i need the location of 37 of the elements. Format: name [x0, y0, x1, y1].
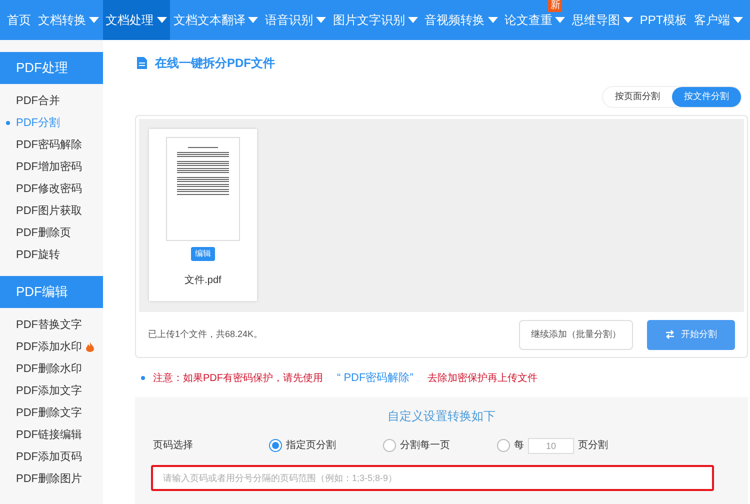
mode-tab[interactable]: 按页面分割: [603, 87, 672, 107]
sidebar-item[interactable]: PDF修改密码: [0, 178, 103, 200]
sidebar-item[interactable]: PDF增加密码: [0, 156, 103, 178]
sidebar-item[interactable]: PDF图片获取: [0, 200, 103, 222]
sidebar-item[interactable]: PDF添加页码: [0, 446, 103, 468]
radio-button[interactable]: [497, 439, 510, 452]
radio-label: 分割每一页: [400, 438, 450, 453]
page-title: 在线一键拆分PDF文件: [155, 55, 275, 72]
radio-label: 页分割: [578, 438, 608, 453]
swap-icon: [665, 330, 675, 339]
radio-button[interactable]: [383, 439, 396, 452]
document-icon: [137, 57, 147, 69]
sidebar-section-header: PDF处理: [0, 52, 103, 84]
sidebar-item[interactable]: PDF删除页: [0, 222, 103, 244]
sidebar-item[interactable]: PDF删除图片: [0, 468, 103, 490]
radio-label: 每: [514, 439, 524, 453]
sidebar-item[interactable]: PDF删除水印: [0, 358, 103, 380]
sidebar-item[interactable]: PDF删除文字: [0, 402, 103, 424]
page-range-input[interactable]: 请输入页码或者用分号分隔的页码范围（例如：1;3-5;8-9）: [151, 464, 714, 490]
page-selection-label: 页码选择: [153, 438, 194, 453]
add-more-button[interactable]: 继续添加（批量分割）: [519, 320, 633, 350]
settings-heading: 自定义设置转换如下: [386, 408, 496, 424]
radio-button[interactable]: [269, 439, 282, 452]
sidebar-item[interactable]: PDF添加水印: [0, 336, 103, 358]
radio-label: 指定页分割: [286, 438, 336, 453]
file-name: 文件.pdf: [184, 274, 222, 288]
sidebar-item[interactable]: PDF链接编辑: [0, 424, 103, 446]
upload-status: 已上传1个文件，共68.24K。: [148, 328, 264, 341]
sidebar-item[interactable]: PDF添加文字: [0, 380, 103, 402]
notice-text: 注意：如果PDF有密码保护，请先使用: [153, 372, 323, 386]
sidebar-item[interactable]: PDF旋转: [0, 244, 103, 266]
sidebar-section-header: PDF编辑: [0, 276, 103, 308]
sidebar-item[interactable]: PDF合并: [0, 90, 103, 112]
notice-text: 去除加密保护再上传文件: [427, 372, 538, 386]
sidebar-item[interactable]: PDF替换文字: [0, 314, 103, 336]
nav-item[interactable]: 文档处理: [102, 0, 170, 40]
sidebar-item[interactable]: PDF密码解除: [0, 134, 103, 156]
